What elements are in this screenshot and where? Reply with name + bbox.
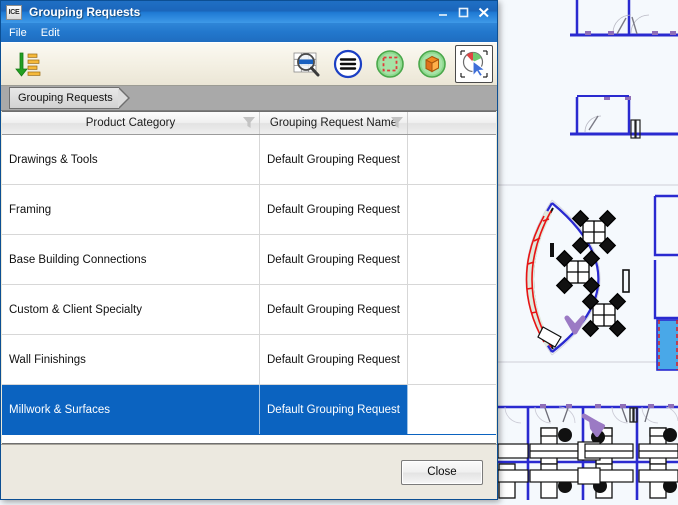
table-row[interactable]: Custom & Client Specialty Default Groupi… [2,285,496,335]
cell-product-category: Custom & Client Specialty [2,285,260,334]
cell-spacer [408,385,496,434]
column-header-spacer [408,112,496,134]
cell-product-category: Millwork & Surfaces [2,385,260,434]
breadcrumb: Grouping Requests [1,86,497,111]
toolbar-left-group [5,45,47,83]
cell-grouping-request-name: Default Grouping Request [260,185,408,234]
cell-grouping-request-name: Default Grouping Request [260,135,408,184]
toolbar [1,42,497,86]
menu-bar: File Edit [1,23,497,42]
window-title: Grouping Requests [29,5,141,19]
table-row[interactable]: Wall Finishings Default Grouping Request [2,335,496,385]
table-row-selected[interactable]: Millwork & Surfaces Default Grouping Req… [2,385,496,435]
grouping-requests-window: ICE Grouping Requests File Edit Grouping… [0,0,498,500]
cell-grouping-request-name: Default Grouping Request [260,235,408,284]
table-row[interactable]: Framing Default Grouping Request [2,185,496,235]
close-icon[interactable] [477,6,491,19]
grouping-requests-table: Product Category Grouping Request Name D… [2,111,496,444]
menu-item-edit[interactable]: Edit [41,27,60,39]
close-button[interactable]: Close [401,459,483,485]
maximize-icon[interactable] [457,6,470,19]
title-bar[interactable]: ICE Grouping Requests [1,1,497,23]
column-header-label: Grouping Request Name [269,117,398,129]
table-header-row: Product Category Grouping Request Name [2,112,496,135]
pick-pointer-button[interactable] [455,45,493,83]
breadcrumb-item-label: Grouping Requests [18,92,113,104]
filter-funnel-icon[interactable] [242,116,256,129]
cell-product-category: Wall Finishings [2,335,260,384]
cell-product-category: Base Building Connections [2,235,260,284]
list-menu-button[interactable] [329,45,367,83]
column-header-label: Product Category [85,117,176,129]
table-body: Drawings & Tools Default Grouping Reques… [2,135,496,443]
box-solid-select-button[interactable] [413,45,451,83]
box-solid-select-icon [418,50,446,78]
cell-spacer [408,285,496,334]
marquee-select-icon [376,50,404,78]
cell-spacer [408,235,496,284]
minimize-icon[interactable] [437,6,450,19]
table-row[interactable]: Base Building Connections Default Groupi… [2,235,496,285]
window-controls [437,1,491,23]
cell-grouping-request-name: Default Grouping Request [260,335,408,384]
toolbar-right-group [287,43,493,85]
zoom-table-button[interactable] [287,45,325,83]
cell-grouping-request-name: Default Grouping Request [260,285,408,334]
table-row[interactable]: Drawings & Tools Default Grouping Reques… [2,135,496,185]
sort-descending-icon [15,52,41,77]
column-header-product-category[interactable]: Product Category [2,112,260,134]
breadcrumb-item-grouping-requests[interactable]: Grouping Requests [9,87,130,109]
marquee-select-button[interactable] [371,45,409,83]
list-menu-icon [333,49,363,79]
cell-spacer [408,335,496,384]
cell-grouping-request-name: Default Grouping Request [260,385,408,434]
pick-pointer-icon [460,50,488,78]
cell-spacer [408,135,496,184]
filter-funnel-icon[interactable] [390,116,404,129]
app-icon: ICE [6,4,22,20]
column-header-grouping-request-name[interactable]: Grouping Request Name [260,112,408,134]
cell-product-category: Drawings & Tools [2,135,260,184]
zoom-table-icon [293,52,320,77]
cell-spacer [408,185,496,234]
sort-descending-button[interactable] [9,45,47,83]
dialog-footer: Close [1,444,497,499]
cell-product-category: Framing [2,185,260,234]
menu-item-file[interactable]: File [9,27,27,39]
